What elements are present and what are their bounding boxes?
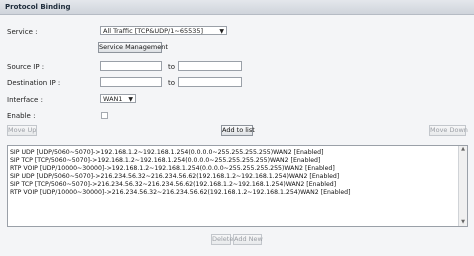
move-up-button[interactable]: Move Up: [7, 125, 37, 136]
enable-label: Enable :: [7, 112, 36, 120]
enable-checkbox[interactable]: [101, 112, 108, 119]
interface-select[interactable]: WAN1 ▼: [100, 94, 136, 103]
list-item[interactable]: SIP UDP [UDP/5060~5070]->216.234.56.32~2…: [10, 173, 339, 180]
interface-select-value: WAN1: [103, 95, 123, 103]
source-ip-start-input[interactable]: [100, 61, 162, 71]
service-management-label: Service Management: [99, 43, 168, 51]
destination-ip-end-input[interactable]: [178, 77, 242, 87]
source-ip-end-input[interactable]: [178, 61, 242, 71]
service-management-button[interactable]: Service Management: [98, 42, 168, 53]
delete-button[interactable]: Delete: [211, 234, 234, 245]
add-to-list-label: Add to list: [222, 126, 255, 134]
scroll-up-icon[interactable]: ▲: [459, 146, 467, 153]
scroll-down-icon[interactable]: ▼: [459, 219, 467, 226]
list-scrollbar[interactable]: ▲ ▼: [458, 146, 467, 226]
destination-ip-label: Destination IP :: [7, 79, 61, 87]
list-item[interactable]: SIP UDP [UDP/5060~5070]->192.168.1.2~192…: [10, 149, 324, 156]
list-item[interactable]: SIP TCP [TCP/5060~5070]->216.234.56.32~2…: [10, 181, 336, 188]
move-up-label: Move Up: [8, 126, 37, 134]
list-item[interactable]: RTP VOIP [UDP/10000~30000]->192.168.1.2~…: [10, 165, 335, 172]
title-bar: Protocol Binding: [0, 0, 474, 15]
service-select-value: All Traffic [TCP&UDP/1~65535]: [103, 27, 204, 35]
list-item[interactable]: RTP VOIP [UDP/10000~30000]->216.234.56.3…: [10, 189, 351, 196]
source-ip-label: Source IP :: [7, 63, 45, 71]
move-down-button[interactable]: Move Down: [429, 125, 468, 136]
source-ip-to-label: to: [168, 63, 176, 71]
service-select[interactable]: All Traffic [TCP&UDP/1~65535] ▼: [100, 26, 227, 35]
chevron-down-icon: ▼: [128, 96, 133, 103]
interface-label: Interface :: [7, 96, 43, 104]
list-item[interactable]: SIP TCP [TCP/5060~5070]->192.168.1.2~192…: [10, 157, 320, 164]
add-to-list-button[interactable]: Add to list: [221, 125, 255, 136]
service-label: Service :: [7, 28, 38, 36]
chevron-down-icon: ▼: [219, 28, 224, 35]
delete-label: Delete: [212, 235, 234, 243]
destination-ip-to-label: to: [168, 79, 176, 87]
move-down-label: Move Down: [430, 126, 468, 134]
add-new-button[interactable]: Add New: [233, 234, 263, 245]
binding-list[interactable]: SIP UDP [UDP/5060~5070]->192.168.1.2~192…: [7, 145, 468, 227]
page-title: Protocol Binding: [5, 3, 71, 11]
add-new-label: Add New: [234, 235, 263, 243]
destination-ip-start-input[interactable]: [100, 77, 162, 87]
